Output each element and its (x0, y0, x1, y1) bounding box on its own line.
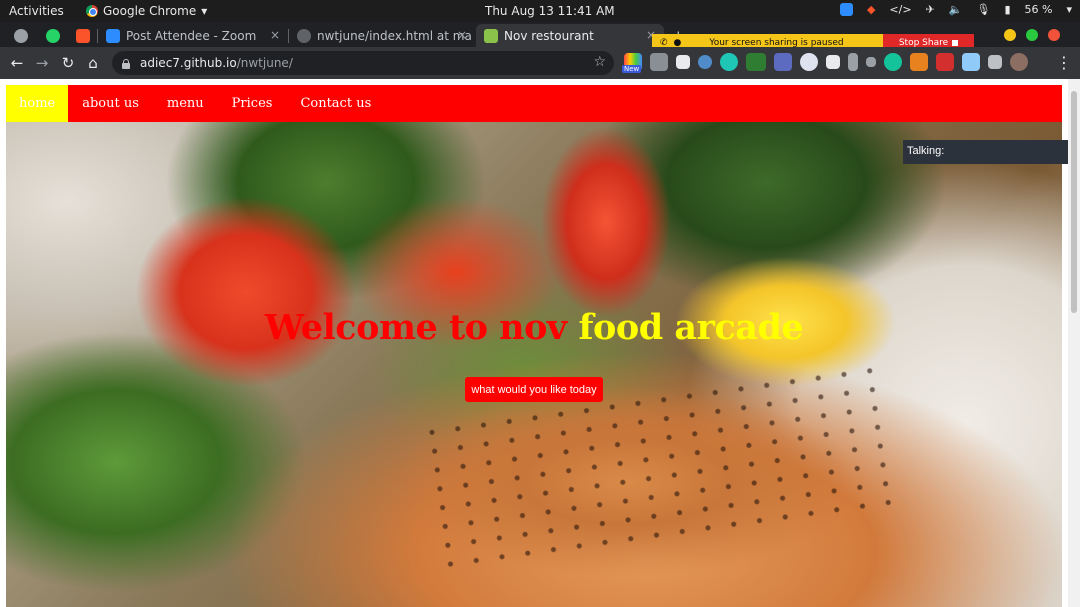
arrow-down-icon[interactable] (866, 57, 876, 67)
window-controls (1004, 29, 1060, 41)
nav-prices[interactable]: Prices (218, 85, 287, 122)
download-icon[interactable] (848, 53, 858, 71)
github-icon (297, 28, 311, 43)
grammarly-icon[interactable] (884, 53, 902, 71)
fox-icon[interactable] (910, 53, 928, 71)
maximize-button[interactable] (1026, 29, 1038, 41)
zoom-talking-indicator: Talking: (903, 140, 1070, 164)
lock-icon[interactable] (122, 58, 130, 69)
scrollbar-thumb[interactable] (1071, 91, 1077, 313)
tab-pinned-globe[interactable] (6, 24, 38, 47)
share-message: Your screen sharing is paused (709, 37, 844, 48)
system-tray[interactable]: ◆ </> ✈ 🔈 🎙 ▮ 56 % ▾ (839, 3, 1072, 16)
cube-icon[interactable] (826, 55, 840, 69)
page-viewport: home about us menu Prices Contact us Wel… (0, 79, 1080, 607)
extension-m-icon[interactable] (720, 53, 738, 71)
phone-icon: ✆ (660, 37, 668, 48)
tab-pinned-brave[interactable] (68, 24, 98, 47)
back-button[interactable]: ← (7, 53, 27, 73)
site-favicon (484, 28, 498, 43)
close-icon[interactable]: × (457, 28, 467, 42)
battery-percent: 56 % (1024, 3, 1053, 16)
site-nav: home about us menu Prices Contact us (6, 85, 1062, 122)
extension-u-icon[interactable] (936, 53, 954, 71)
page-scrollbar[interactable] (1068, 79, 1080, 607)
hero-banner: Welcome to nov food arcade what would yo… (6, 122, 1062, 607)
whatsapp-icon (46, 28, 60, 43)
close-window-button[interactable] (1048, 29, 1060, 41)
code-icon: </> (889, 3, 912, 16)
app-name: Google Chrome (103, 4, 197, 18)
address-bar[interactable]: adiec7.github.io/nwtjune/ ☆ (112, 51, 614, 75)
stop-share-label: Stop Share (898, 37, 949, 48)
zoom-icon[interactable] (839, 3, 853, 16)
nav-home[interactable]: home (6, 85, 69, 122)
browser-toolbar: ← → ↻ ⌂ adiec7.github.io/nwtjune/ ☆ New … (0, 47, 1080, 79)
globe-icon (14, 28, 28, 43)
stop-icon (952, 39, 959, 46)
tab-zoom[interactable]: Post Attendee - Zoom × (98, 24, 288, 47)
tab-label: Post Attendee - Zoom (126, 28, 257, 43)
tab-label: Nov restourant (504, 28, 594, 43)
nav-about-us[interactable]: about us (68, 85, 153, 122)
shield-icon: ● (673, 37, 682, 48)
extension-rainbow-icon[interactable]: New (622, 53, 642, 73)
airplane-icon: ✈ (925, 3, 935, 16)
avatar[interactable] (1010, 53, 1028, 71)
hero-title: Welcome to nov food arcade (6, 307, 1062, 348)
camera-icon[interactable] (650, 53, 668, 71)
extension-star-icon[interactable] (962, 53, 980, 71)
close-icon[interactable]: × (270, 28, 280, 42)
hero-title-red: Welcome to nov (264, 307, 567, 348)
chrome-icon (86, 5, 98, 17)
react-icon[interactable] (698, 55, 712, 69)
cta-button[interactable]: what would you like today (465, 377, 603, 402)
tab-label: nwtjune/index.html at ma (317, 28, 472, 43)
browser-menu-icon[interactable]: ⋮ (1056, 53, 1072, 72)
nav-contact-us[interactable]: Contact us (286, 85, 385, 122)
home-button[interactable]: ⌂ (83, 53, 103, 73)
hero-title-yellow: food arcade (578, 307, 804, 348)
new-badge: New (622, 65, 642, 73)
chevron-down-icon[interactable]: ▾ (1066, 3, 1072, 16)
extension-circle-icon[interactable] (800, 53, 818, 71)
url-path: /nwtjune/ (236, 56, 293, 70)
extensions-row: New (622, 53, 1028, 73)
url-host: adiec7.github.io (140, 56, 237, 70)
pencil-icon[interactable] (774, 53, 792, 71)
extension-bw-icon[interactable] (746, 53, 766, 71)
zoom-icon (106, 28, 120, 43)
reload-button[interactable]: ↻ (58, 53, 78, 73)
app-menu[interactable]: Google Chrome ▾ (86, 4, 207, 18)
tab-nov-restourant[interactable]: Nov restourant × (476, 24, 664, 47)
bookmark-star-icon[interactable]: ☆ (593, 54, 606, 70)
tab-github[interactable]: nwtjune/index.html at ma × (289, 24, 475, 47)
cube-icon[interactable] (676, 55, 690, 69)
minimize-button[interactable] (1004, 29, 1016, 41)
nav-menu[interactable]: menu (153, 85, 218, 122)
tab-pinned-whatsapp[interactable] (38, 24, 68, 47)
forward-button[interactable]: → (32, 53, 52, 73)
system-top-bar: Activities Google Chrome ▾ Thu Aug 13 11… (0, 0, 1080, 22)
clock[interactable]: Thu Aug 13 11:41 AM (485, 4, 615, 18)
volume-icon: 🔈 (948, 3, 963, 16)
brave-icon (76, 28, 90, 43)
puzzle-icon[interactable] (988, 55, 1002, 69)
microphone-icon: 🎙 (976, 3, 991, 16)
chevron-down-icon: ▾ (201, 4, 208, 18)
brave-icon[interactable]: ◆ (867, 3, 875, 16)
battery-icon: ▮ (1004, 3, 1011, 16)
activities-button[interactable]: Activities (9, 4, 64, 18)
